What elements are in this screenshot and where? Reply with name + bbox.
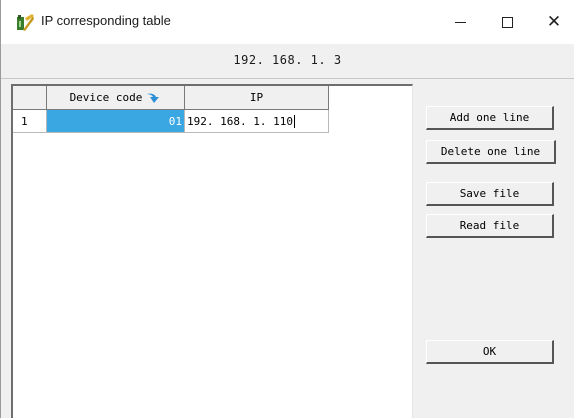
app-icon bbox=[17, 14, 34, 31]
title-bar[interactable]: IP corresponding table ✕ bbox=[1, 0, 574, 44]
header-corner bbox=[13, 86, 47, 110]
ip-cell[interactable]: 192. 168. 1. 110 bbox=[185, 110, 329, 133]
minimize-icon bbox=[454, 21, 466, 23]
maximize-icon bbox=[501, 16, 513, 28]
text-caret bbox=[293, 114, 295, 128]
row-index: 1 bbox=[13, 110, 47, 133]
divider bbox=[1, 78, 574, 79]
table-row[interactable]: 1 01 192. 168. 1. 110 bbox=[13, 110, 331, 133]
ok-button[interactable]: OK bbox=[426, 340, 554, 364]
add-one-line-button[interactable]: Add one line bbox=[426, 106, 554, 130]
ip-grid[interactable]: Device code IP 1 01 192. 168. 1. 110 bbox=[11, 84, 413, 418]
minimize-button[interactable] bbox=[437, 0, 483, 44]
delete-one-line-button[interactable]: Delete one line bbox=[426, 140, 556, 164]
read-file-button[interactable]: Read file bbox=[426, 214, 554, 238]
save-file-button[interactable]: Save file bbox=[426, 182, 554, 206]
ip-cell-value: 192. 168. 1. 110 bbox=[187, 114, 293, 128]
close-button[interactable]: ✕ bbox=[531, 0, 574, 44]
sort-icon bbox=[147, 93, 160, 103]
column-label-ip: IP bbox=[249, 91, 264, 104]
window-title: IP corresponding table bbox=[41, 13, 171, 28]
device-code-cell[interactable]: 01 bbox=[47, 110, 185, 133]
ip-table-window: IP corresponding table ✕ 192. 168. 1. 3 … bbox=[0, 0, 574, 418]
grid-header: Device code IP bbox=[13, 86, 413, 110]
column-header-device-code[interactable]: Device code bbox=[47, 86, 185, 110]
maximize-button[interactable] bbox=[484, 0, 530, 44]
close-icon: ✕ bbox=[546, 11, 562, 32]
column-header-ip[interactable]: IP bbox=[185, 86, 329, 110]
column-label-device-code: Device code bbox=[69, 91, 143, 104]
current-ip-label: 192. 168. 1. 3 bbox=[233, 53, 342, 67]
